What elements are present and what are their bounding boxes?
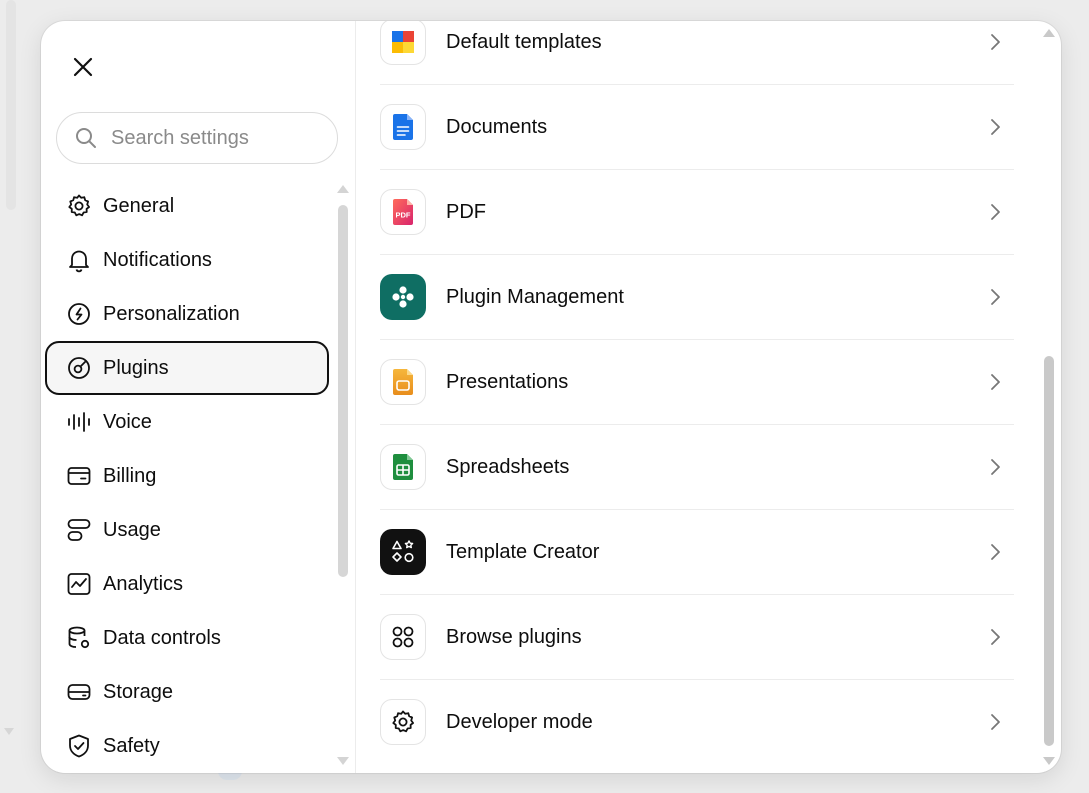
- sidebar-item-label: Data controls: [103, 626, 221, 649]
- storage-drive-icon: [65, 678, 93, 706]
- card-icon: [65, 462, 93, 490]
- settings-nav: General Notifications Personalization Pl…: [45, 179, 329, 773]
- analytics-chart-icon: [65, 570, 93, 598]
- plugin-management-icon: [380, 274, 426, 320]
- database-gear-icon: [65, 624, 93, 652]
- chevron-right-icon: [984, 30, 1008, 54]
- plugin-label: PDF: [446, 200, 486, 223]
- spreadsheets-icon: [380, 444, 426, 490]
- developer-gear-icon: [380, 699, 426, 745]
- sidebar-item-personalization[interactable]: Personalization: [45, 287, 329, 341]
- voice-waveform-icon: [65, 408, 93, 436]
- content-scroll-down-arrow[interactable]: [1043, 757, 1055, 765]
- gear-icon: [65, 192, 93, 220]
- content-scroll-up-arrow[interactable]: [1043, 29, 1055, 37]
- close-icon: [73, 57, 93, 77]
- plugins-list: Default templates Documents PDF PDF Plug…: [380, 21, 1014, 764]
- plugin-icon: [65, 354, 93, 382]
- plugin-label: Browse plugins: [446, 625, 582, 648]
- svg-text:PDF: PDF: [396, 211, 411, 220]
- search-field[interactable]: [56, 112, 338, 164]
- pdf-icon: PDF: [380, 189, 426, 235]
- plugin-row-browse-plugins[interactable]: Browse plugins: [380, 595, 1014, 680]
- plugin-label: Presentations: [446, 370, 569, 393]
- chevron-right-icon: [984, 115, 1008, 139]
- search-icon: [76, 128, 96, 148]
- sidebar-item-usage[interactable]: Usage: [45, 503, 329, 557]
- background-scrollbar: [6, 0, 16, 210]
- plugin-row-template-creator[interactable]: Template Creator: [380, 510, 1014, 595]
- chevron-right-icon: [984, 540, 1008, 564]
- chevron-right-icon: [984, 370, 1008, 394]
- chevron-right-icon: [984, 710, 1008, 734]
- chevron-right-icon: [984, 625, 1008, 649]
- sidebar-item-label: Safety: [103, 734, 160, 757]
- sidebar-item-label: General: [103, 194, 175, 217]
- plugin-label: Default templates: [446, 30, 602, 53]
- browse-grid-icon: [380, 614, 426, 660]
- sidebar-scroll-up-arrow[interactable]: [337, 185, 349, 193]
- sidebar-item-label: Notifications: [103, 248, 212, 271]
- sidebar-item-label: Analytics: [103, 572, 184, 595]
- plugin-label: Spreadsheets: [446, 455, 570, 478]
- close-button[interactable]: [65, 49, 101, 85]
- usage-icon: [65, 516, 93, 544]
- sidebar-item-label: Voice: [103, 410, 152, 433]
- sidebar-scrollbar-thumb[interactable]: [338, 205, 348, 577]
- plugin-label: Documents: [446, 115, 548, 138]
- sidebar-item-storage[interactable]: Storage: [45, 665, 329, 719]
- presentations-icon: [380, 359, 426, 405]
- sidebar-item-analytics[interactable]: Analytics: [45, 557, 329, 611]
- shield-check-icon: [65, 732, 93, 760]
- sidebar-scroll-down-arrow[interactable]: [337, 757, 349, 765]
- sidebar-item-label: Billing: [103, 464, 157, 487]
- plugin-row-spreadsheets[interactable]: Spreadsheets: [380, 425, 1014, 510]
- sidebar-item-label: Usage: [103, 518, 161, 541]
- plugin-row-presentations[interactable]: Presentations: [380, 340, 1014, 425]
- chevron-right-icon: [984, 200, 1008, 224]
- personalization-icon: [65, 300, 93, 328]
- sidebar-item-label: Storage: [103, 680, 174, 703]
- plugin-label: Developer mode: [446, 710, 593, 733]
- sidebar-item-label: Personalization: [103, 302, 240, 325]
- sidebar-item-plugins[interactable]: Plugins: [45, 341, 329, 395]
- sidebar-item-safety[interactable]: Safety: [45, 719, 329, 773]
- sidebar-item-general[interactable]: General: [45, 179, 329, 233]
- sidebar-item-voice[interactable]: Voice: [45, 395, 329, 449]
- sidebar-item-data-controls[interactable]: Data controls: [45, 611, 329, 665]
- background-scroll-arrow: [4, 728, 14, 735]
- sidebar-item-notifications[interactable]: Notifications: [45, 233, 329, 287]
- plugin-label: Plugin Management: [446, 285, 624, 308]
- plugin-row-developer-mode[interactable]: Developer mode: [380, 680, 1014, 764]
- plugin-row-default-templates[interactable]: Default templates: [380, 21, 1014, 85]
- sidebar-item-label: Plugins: [103, 356, 169, 379]
- plugin-row-pdf[interactable]: PDF PDF: [380, 170, 1014, 255]
- sidebar-item-billing[interactable]: Billing: [45, 449, 329, 503]
- bell-icon: [65, 246, 93, 274]
- plugin-row-plugin-management[interactable]: Plugin Management: [380, 255, 1014, 340]
- documents-icon: [380, 104, 426, 150]
- settings-sidebar: General Notifications Personalization Pl…: [41, 21, 356, 773]
- plugin-label: Template Creator: [446, 540, 600, 563]
- chevron-right-icon: [984, 455, 1008, 479]
- default-templates-icon: [380, 21, 426, 65]
- chevron-right-icon: [984, 285, 1008, 309]
- template-creator-icon: [380, 529, 426, 575]
- content-scrollbar-thumb[interactable]: [1044, 356, 1054, 746]
- plugin-row-documents[interactable]: Documents: [380, 85, 1014, 170]
- search-input[interactable]: [109, 125, 313, 151]
- settings-modal: General Notifications Personalization Pl…: [41, 21, 1061, 773]
